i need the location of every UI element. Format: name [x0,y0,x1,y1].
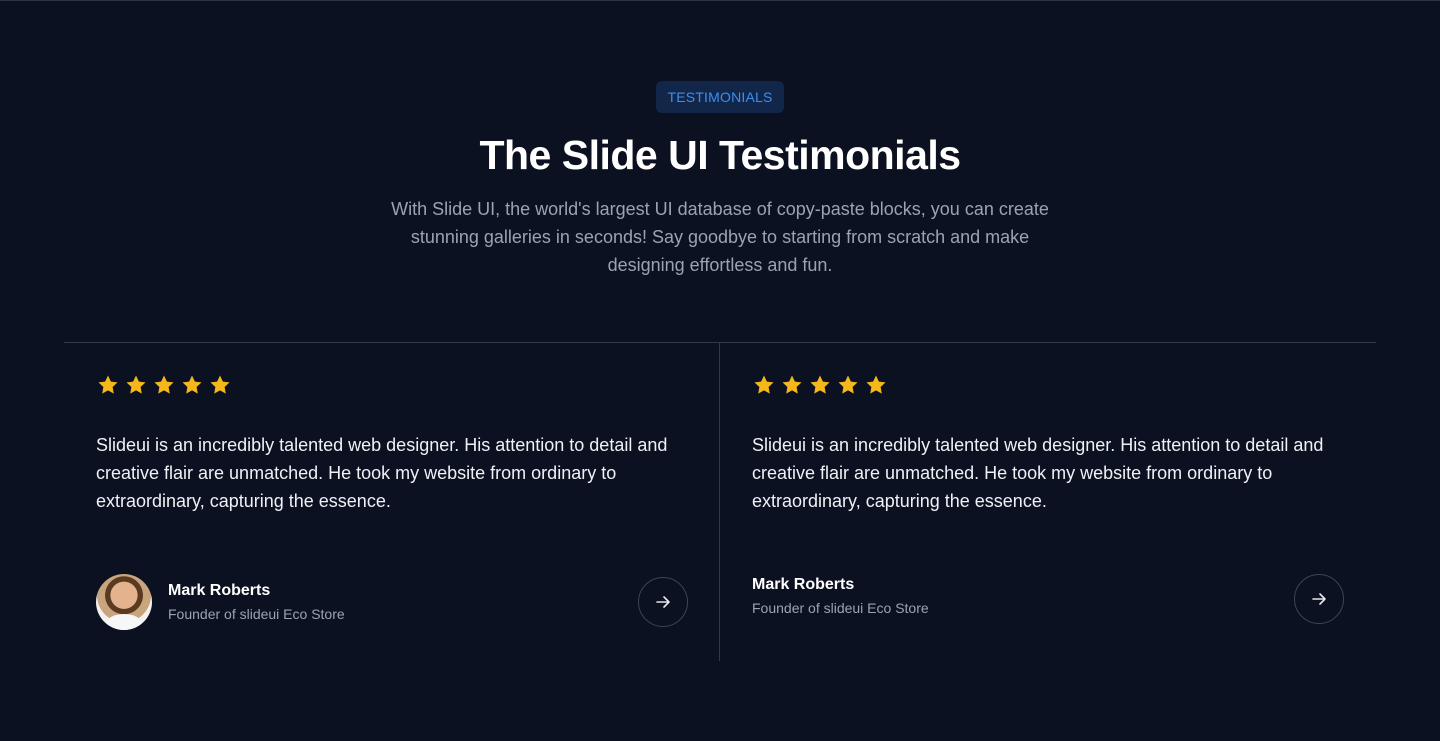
section-subtitle: With Slide UI, the world's largest UI da… [391,199,1049,275]
star-icon [810,375,830,394]
star-icon [126,375,146,394]
testimonial-author: Mark Roberts Founder of slideui Eco Stor… [96,574,345,630]
author-role: Founder of slideui Eco Store [752,600,929,616]
testimonial-card: Slideui is an incredibly talented web de… [64,343,720,661]
star-icon [866,375,886,394]
next-testimonial-button[interactable] [1294,574,1344,624]
next-testimonial-button[interactable] [638,577,688,627]
testimonial-author: Mark Roberts Founder of slideui Eco Stor… [752,574,929,618]
star-icon [182,375,202,394]
star-rating [752,373,888,397]
star-icon [154,375,174,394]
section-badge: TESTIMONIALS [656,81,784,113]
star-icon [782,375,802,394]
star-icon [210,375,230,394]
author-name: Mark Roberts [168,582,271,599]
star-icon [754,375,774,394]
section-title: The Slide UI Testimonials [479,132,961,178]
star-icon [98,375,118,394]
arrow-right-icon [1312,593,1326,605]
testimonials-page: TESTIMONIALS The Slide UI Testimonials W… [0,0,1440,741]
author-role: Founder of slideui Eco Store [168,606,345,622]
testimonial-card: Slideui is an incredibly talented web de… [720,343,1376,661]
star-icon [838,375,858,394]
testimonial-quote: Slideui is an incredibly talented web de… [96,435,668,511]
avatar [96,574,152,630]
author-name: Mark Roberts [752,576,855,593]
testimonial-quote: Slideui is an incredibly talented web de… [752,435,1324,511]
star-rating [96,373,232,397]
arrow-right-icon [656,596,670,608]
